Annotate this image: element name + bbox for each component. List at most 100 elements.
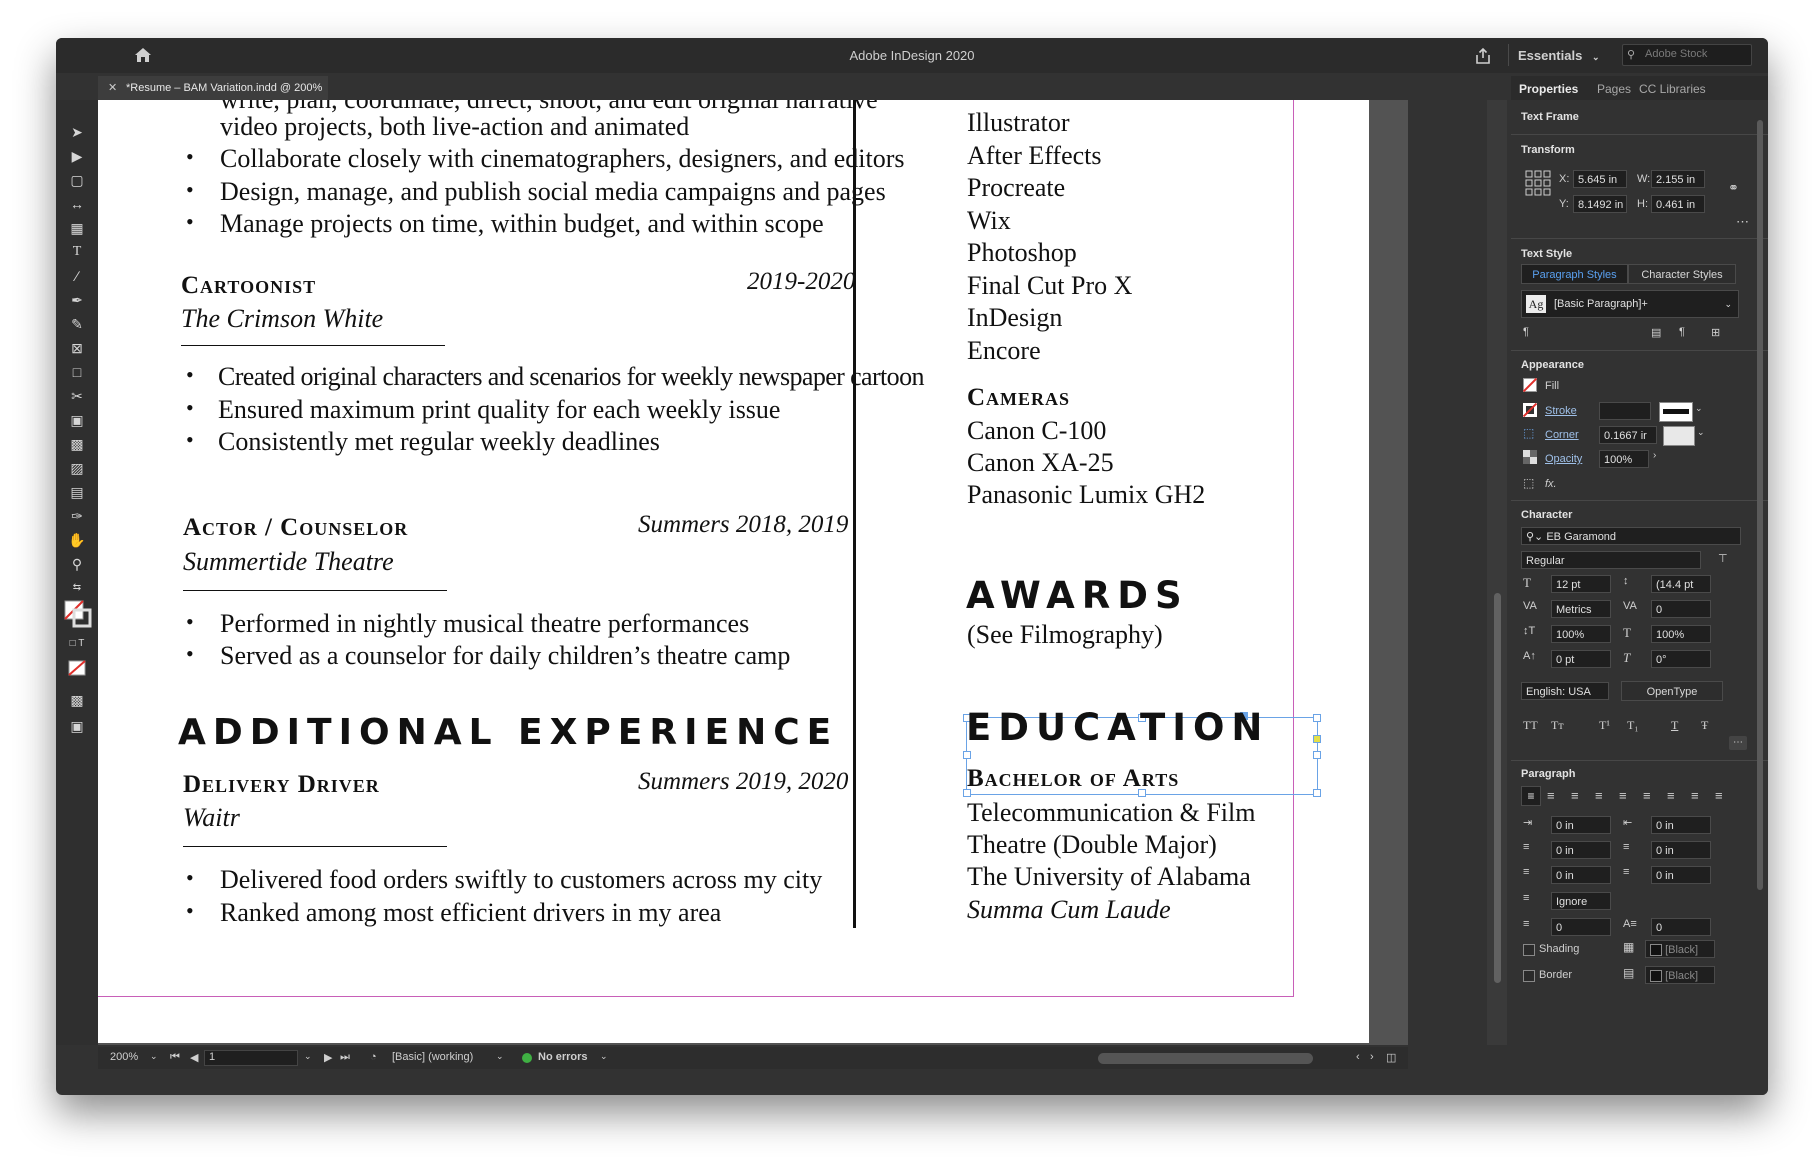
share-icon[interactable] [1474,47,1492,65]
frame-handle[interactable] [1313,751,1321,759]
stroke-weight-field[interactable] [1599,402,1651,420]
more-options-icon[interactable]: ⋯ [1729,736,1747,750]
tab-cc-libraries[interactable]: CC Libraries [1639,82,1706,96]
align-to-grid-dropdown[interactable]: Ignore [1551,892,1611,910]
tracking-field[interactable]: 0 [1651,600,1711,618]
chevron-down-icon[interactable]: ⌄ [600,1051,608,1062]
y-position-field[interactable]: 8.1492 in [1573,195,1627,213]
baseline-shift-field[interactable]: 0 pt [1551,650,1611,668]
preflight-status[interactable]: No errors [538,1051,588,1063]
right-indent-field[interactable]: 0 in [1651,816,1711,834]
strikethrough-button[interactable]: Ŧ [1701,718,1708,733]
type-tool-icon[interactable]: T [66,242,88,262]
border-color-field[interactable]: [Black] [1645,966,1715,984]
close-icon[interactable]: ✕ [108,81,117,94]
tab-pages[interactable]: Pages [1597,82,1631,96]
tab-paragraph-styles[interactable]: Paragraph Styles [1521,264,1628,284]
corner-options-icon[interactable]: ⬚ [1523,426,1534,440]
stroke-swatch-icon[interactable] [1523,403,1537,417]
border-checkbox[interactable] [1523,970,1535,982]
fill-stroke-swatch-icon[interactable] [64,600,92,628]
language-dropdown[interactable]: English: USA [1521,682,1609,700]
screen-mode-icon[interactable]: ▩ [66,690,88,710]
stroke-label[interactable]: Stroke [1545,405,1577,417]
line-tool-icon[interactable]: ∕ [66,266,88,286]
free-transform-tool-icon[interactable]: ▣ [66,410,88,430]
justify-left-icon[interactable]: ≡ [1595,788,1603,803]
more-options-icon[interactable]: ⋯ [1736,214,1749,230]
shading-settings-icon[interactable]: ▦ [1623,940,1634,954]
first-page-icon[interactable]: ⏮ [170,1051,180,1064]
note-tool-icon[interactable]: ▤ [66,482,88,502]
page-tool-icon[interactable]: ▢ [66,170,88,190]
clear-overrides-icon[interactable]: ▤ [1651,326,1661,339]
effects-box-icon[interactable]: ⬚ [1523,476,1534,490]
justify-center-icon[interactable]: ≡ [1619,788,1627,803]
chevron-down-icon[interactable]: ⌄ [496,1051,504,1062]
document-page[interactable]: write, plan, coordinate, direct, shoot, … [98,100,1369,1043]
new-style-icon[interactable]: ⊞ [1711,326,1720,339]
gap-tool-icon[interactable]: ↔ [66,194,88,214]
tab-character-styles[interactable]: Character Styles [1628,264,1736,284]
font-size-field[interactable]: 12 pt [1551,575,1611,593]
chevron-down-icon[interactable]: ⌄ [1697,427,1705,438]
chevron-down-icon[interactable]: ⌄ [150,1051,158,1062]
chevron-right-icon[interactable]: › [1653,450,1656,461]
paragraph-style-dropdown[interactable]: Ag [Basic Paragraph]+ ⌄ [1521,290,1739,318]
left-indent-field[interactable]: 0 in [1551,816,1611,834]
document-canvas[interactable]: write, plan, coordinate, direct, shoot, … [98,100,1408,1045]
align-right-icon[interactable]: ≡ [1571,788,1579,803]
eyedropper-tool-icon[interactable]: ✑ [66,506,88,526]
vertical-scroll-thumb[interactable] [1494,593,1501,983]
font-style-dropdown[interactable]: Regular [1521,551,1701,569]
kerning-field[interactable]: Metrics [1551,600,1611,618]
border-settings-icon[interactable]: ▤ [1623,966,1634,980]
paragraph-mark-icon[interactable]: ¶ [1523,326,1529,338]
shading-checkbox[interactable] [1523,944,1535,956]
rectangle-tool-icon[interactable]: □ [66,362,88,382]
gradient-swatch-tool-icon[interactable]: ▩ [66,434,88,454]
gradient-feather-tool-icon[interactable]: ▨ [66,458,88,478]
leading-field[interactable]: (14.4 pt [1651,575,1711,593]
constrain-proportions-icon[interactable]: ⚭ [1728,180,1739,196]
pencil-tool-icon[interactable]: ✎ [66,314,88,334]
preflight-profile[interactable]: [Basic] (working) [392,1051,473,1063]
align-away-spine-icon[interactable]: ≡ [1715,788,1723,803]
height-field[interactable]: 0.461 in [1651,195,1705,213]
last-page-icon[interactable]: ⏭ [340,1051,350,1064]
align-left-icon[interactable]: ≡ [1521,786,1541,806]
tab-resume-document[interactable]: ✕ *Resume – BAM Variation.indd @ 200% [98,76,328,100]
opacity-field[interactable]: 100% [1599,450,1649,468]
corner-label[interactable]: Corner [1545,429,1579,441]
space-after-field[interactable]: 0 in [1651,866,1711,884]
frame-handle[interactable] [1313,714,1321,722]
zoom-tool-icon[interactable]: ⚲ [66,554,88,574]
shading-color-field[interactable]: [Black] [1645,940,1715,958]
pen-tool-icon[interactable]: ✒ [66,290,88,310]
horizontal-scale-field[interactable]: 100% [1651,625,1711,643]
horizontal-scroll-thumb[interactable] [1098,1053,1313,1064]
frame-handle[interactable] [963,751,971,759]
opentype-button[interactable]: OpenType [1621,681,1723,701]
drop-cap-lines-field[interactable]: 0 [1551,918,1611,936]
subscript-button[interactable]: T₁ [1627,718,1639,733]
panel-scrollbar[interactable] [1757,120,1763,890]
selection-tool-icon[interactable]: ➤ [66,122,88,142]
align-center-icon[interactable]: ≡ [1547,788,1555,803]
preview-mode-icon[interactable]: ▣ [66,716,88,736]
underline-button[interactable]: T [1671,718,1678,733]
frame-handle[interactable] [1313,789,1321,797]
width-field[interactable]: 2.155 in [1651,170,1705,188]
space-before-field[interactable]: 0 in [1551,866,1611,884]
reference-point-icon[interactable] [1525,170,1551,196]
superscript-button[interactable]: T¹ [1599,718,1610,733]
all-caps-button[interactable]: TT [1523,718,1538,733]
next-page-icon[interactable]: ▶ [324,1051,332,1064]
drop-cap-characters-field[interactable]: 0 [1651,918,1711,936]
x-position-field[interactable]: 5.645 in [1573,170,1627,188]
corner-size-field[interactable]: 0.1667 ir [1599,426,1657,444]
formatting-affects-container-icon[interactable]: □ T [66,634,88,654]
adobe-stock-search[interactable]: ⚲ Adobe Stock [1622,44,1752,66]
last-line-indent-field[interactable]: 0 in [1651,841,1711,859]
first-line-indent-field[interactable]: 0 in [1551,841,1611,859]
